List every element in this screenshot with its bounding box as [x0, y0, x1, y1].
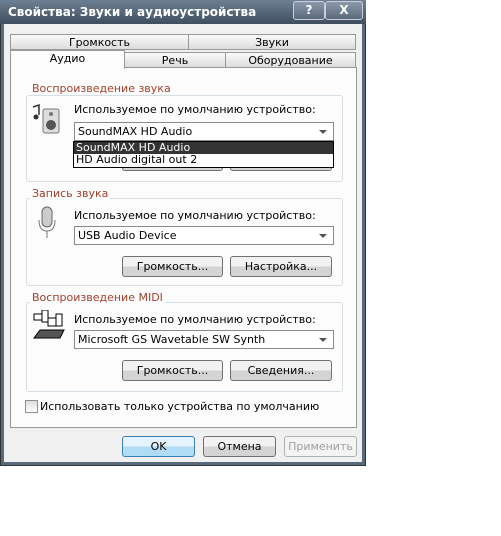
- default-only-label: Использовать только устройства по умолча…: [40, 400, 320, 413]
- recording-group-label: Запись звука: [30, 187, 111, 200]
- chevron-down-icon: [319, 338, 327, 342]
- close-button[interactable]: X: [325, 1, 363, 20]
- tab-hardware[interactable]: Оборудование: [225, 52, 356, 68]
- recording-device-value: USB Audio Device: [78, 229, 177, 242]
- recording-settings-button[interactable]: Настройка...: [230, 256, 332, 277]
- default-only-checkbox[interactable]: [25, 400, 38, 413]
- recording-device-label: Используемое по умолчанию устройство:: [74, 209, 316, 222]
- tab-volume[interactable]: Громкость: [10, 34, 189, 50]
- apply-button[interactable]: Применить: [284, 436, 357, 457]
- recording-device-select[interactable]: USB Audio Device: [74, 226, 334, 245]
- midi-device-select[interactable]: Microsoft GS Wavetable SW Synth: [74, 330, 334, 349]
- ok-button[interactable]: OK: [122, 436, 195, 457]
- midi-group-label: Воспроизведение MIDI: [30, 291, 165, 304]
- chevron-down-icon: [319, 234, 327, 238]
- midi-device-label: Используемое по умолчанию устройство:: [74, 313, 316, 326]
- tab-audio[interactable]: Аудио: [10, 50, 125, 69]
- microphone-icon: [38, 206, 56, 238]
- midi-keyboard-icon: [33, 310, 65, 339]
- window-title: Свойства: Звуки и аудиоустройства: [8, 5, 257, 19]
- dropdown-option[interactable]: HD Audio digital out 2: [74, 154, 333, 166]
- chevron-down-icon: [319, 130, 327, 134]
- playback-device-select[interactable]: SoundMAX HD Audio: [74, 122, 334, 141]
- playback-device-value: SoundMAX HD Audio: [78, 125, 193, 138]
- tab-speech[interactable]: Речь: [124, 52, 226, 68]
- help-button[interactable]: ?: [293, 1, 325, 20]
- playback-device-label: Используемое по умолчанию устройство:: [74, 103, 316, 116]
- midi-about-button[interactable]: Сведения...: [230, 360, 332, 381]
- playback-group-label: Воспроизведение звука: [30, 82, 173, 95]
- cancel-button[interactable]: Отмена: [203, 436, 276, 457]
- tab-sounds[interactable]: Звуки: [188, 34, 356, 50]
- speaker-icon: [32, 103, 60, 134]
- midi-volume-button[interactable]: Громкость...: [122, 360, 223, 381]
- midi-device-value: Microsoft GS Wavetable SW Synth: [78, 333, 266, 346]
- recording-volume-button[interactable]: Громкость...: [122, 256, 223, 277]
- playback-device-dropdown: SoundMAX HD Audio HD Audio digital out 2: [73, 141, 334, 168]
